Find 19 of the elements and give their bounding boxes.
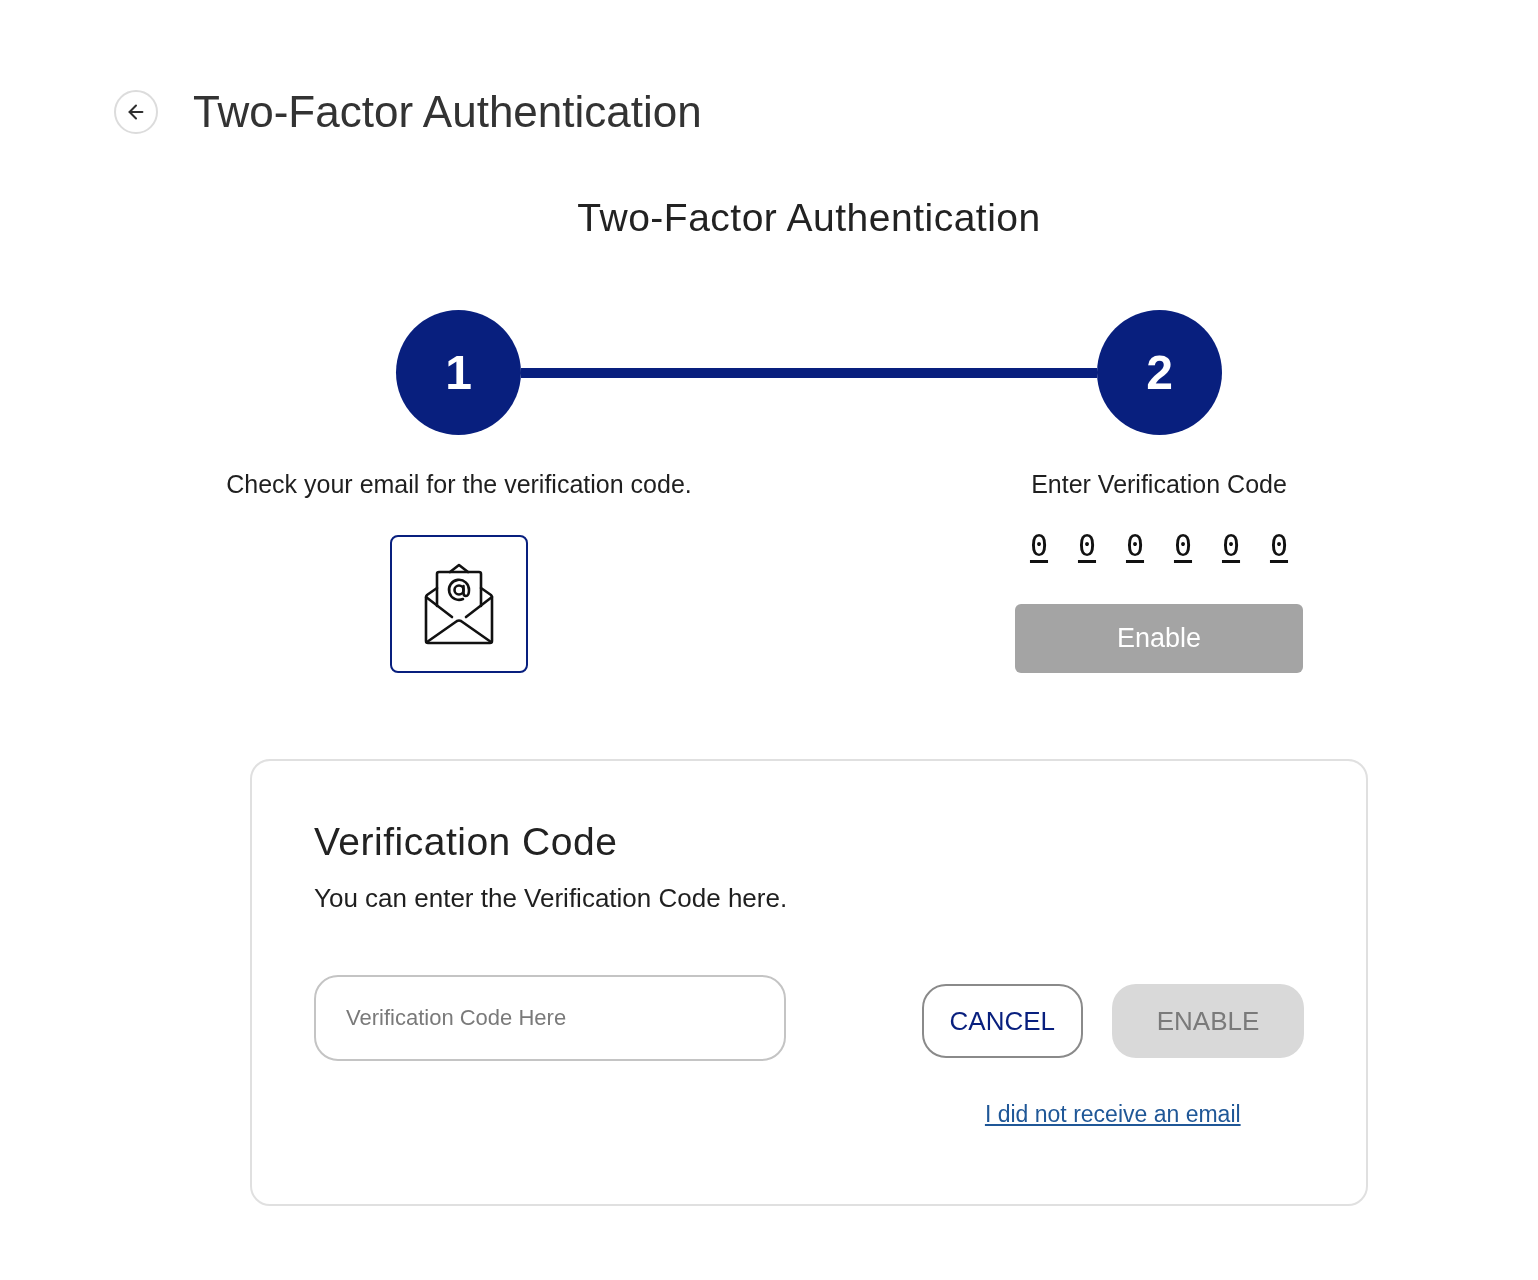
code-digit: 0 (1221, 527, 1241, 565)
code-digit: 0 (1077, 527, 1097, 565)
code-digit: 0 (1269, 527, 1289, 565)
section-title: Two-Factor Authentication (577, 196, 1041, 240)
step-label: Check your email for the verification code. (226, 469, 692, 500)
step-number: 1 (396, 310, 521, 435)
open-envelope-icon (423, 562, 495, 646)
card-title: Verification Code (314, 819, 618, 865)
step-number: 2 (1097, 310, 1222, 435)
resend-email-link[interactable]: I did not receive an email (984, 1100, 1241, 1128)
code-digit: 0 (1029, 527, 1049, 565)
cancel-button[interactable]: CANCEL (921, 984, 1083, 1058)
code-digit: 0 (1125, 527, 1145, 565)
code-digit: 0 (1173, 527, 1193, 565)
back-button[interactable] (114, 90, 158, 134)
page-title: Two-Factor Authentication (193, 86, 702, 138)
step-label: Enter Verification Code (1031, 469, 1287, 500)
card-description: You can enter the Verification Code here. (314, 882, 788, 915)
verification-code-input[interactable]: Verification Code Here (314, 975, 786, 1061)
